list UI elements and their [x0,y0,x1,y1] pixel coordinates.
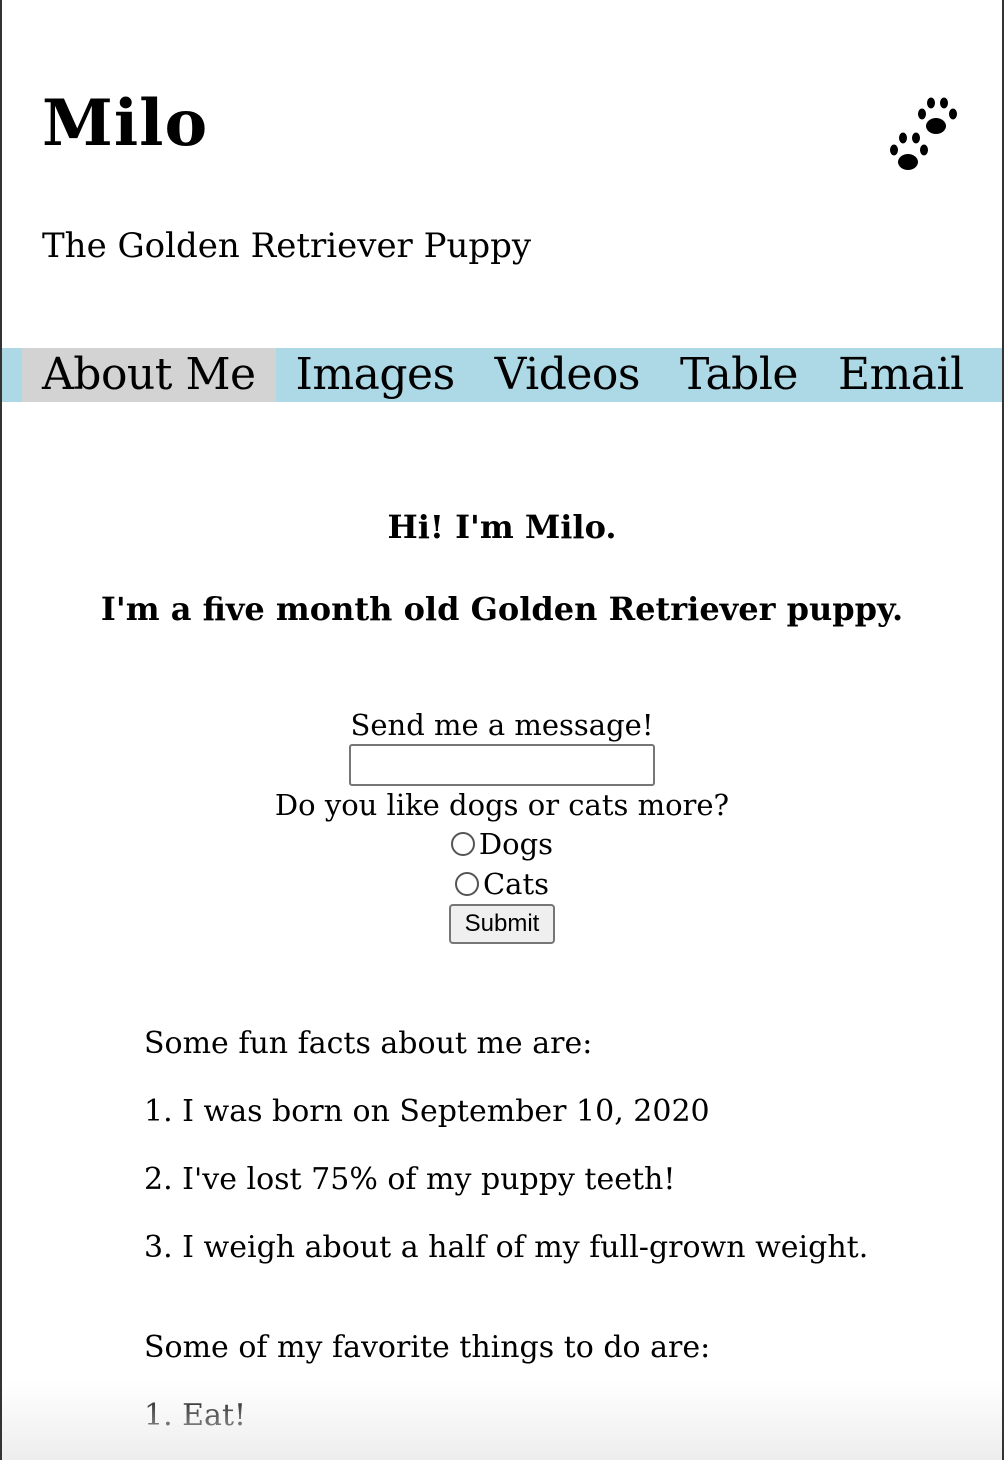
main-nav: About Me Images Videos Table Email [2,348,1002,402]
fun-facts-heading: Some fun facts about me are: [144,1026,593,1061]
list-item: 2. I've lost 75% of my puppy teeth! [144,1162,676,1197]
nav-item-table[interactable]: Table [660,348,818,402]
site-subtitle: The Golden Retriever Puppy [42,226,532,266]
greeting-heading: Hi! I'm Milo. [387,508,617,546]
nav-item-about-me[interactable]: About Me [22,348,276,402]
dogs-label: Dogs [478,827,554,861]
pet-question: Do you like dogs or cats more? [274,788,730,822]
site-title: Milo [42,86,209,161]
nav-item-images[interactable]: Images [276,348,475,402]
list-item: 1. Eat! [144,1398,247,1433]
option-cats[interactable]: Cats [2,864,1002,904]
list-item: 3. I weigh about a half of my full-grown… [144,1230,869,1265]
cats-label: Cats [482,867,549,901]
paw-prints-icon [890,97,957,170]
favorites-heading: Some of my favorite things to do are: [144,1330,711,1365]
message-input[interactable] [349,744,655,786]
submit-button[interactable]: Submit [448,904,556,944]
list-item: 1. I was born on September 10, 2020 [144,1094,710,1129]
intro-heading: I'm a five month old Golden Retriever pu… [100,590,904,628]
facts-section: Some fun facts about me are: 1. I was bo… [144,1010,868,1450]
option-dogs[interactable]: Dogs [2,824,1002,864]
cats-radio[interactable] [454,872,479,896]
message-form: Send me a message! Do you like dogs or c… [2,706,1002,944]
nav-item-videos[interactable]: Videos [475,348,660,402]
message-label: Send me a message! [350,708,654,742]
dogs-radio[interactable] [450,832,475,856]
nav-item-email[interactable]: Email [818,348,984,402]
